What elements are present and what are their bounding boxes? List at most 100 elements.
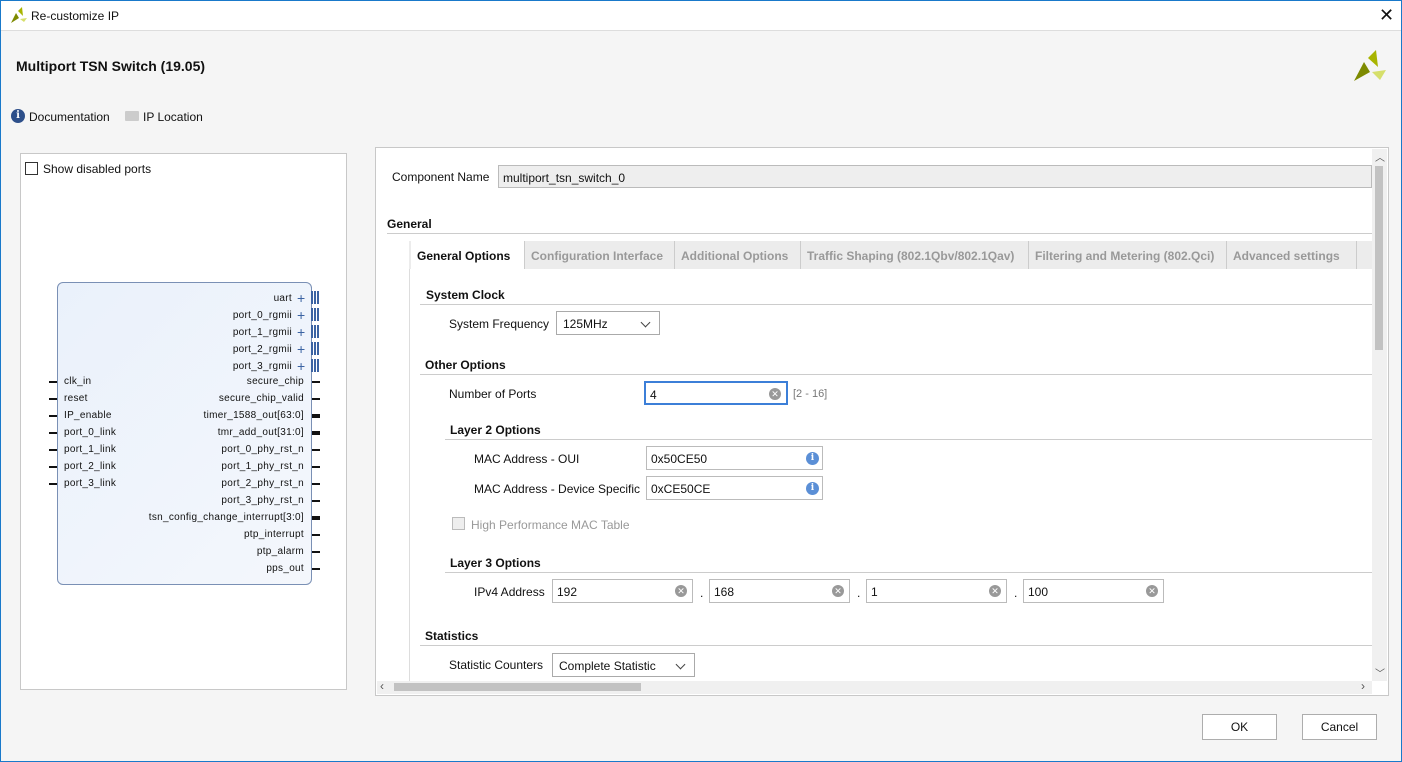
clear-icon[interactable]: ✕	[1146, 585, 1158, 597]
mac-oui-input[interactable]: 0x50CE50 i	[646, 446, 823, 470]
port-label: tsn_config_change_interrupt[3:0]	[148, 512, 304, 523]
port-pin	[49, 398, 57, 400]
mac-device-input[interactable]: 0xCE50CE i	[646, 476, 823, 500]
number-of-ports-value: 4	[650, 388, 657, 402]
scroll-left-icon[interactable]: ‹	[380, 679, 384, 693]
documentation-link[interactable]: Documentation	[29, 110, 110, 124]
number-of-ports-label: Number of Ports	[449, 387, 537, 401]
port-label: secure_chip	[246, 376, 304, 387]
port-pin	[312, 568, 320, 570]
port-pin	[312, 551, 320, 553]
system-frequency-value: 125MHz	[563, 317, 608, 331]
system-frequency-label: System Frequency	[449, 317, 550, 331]
window-title: Re-customize IP	[31, 9, 120, 23]
info-icon[interactable]: i	[806, 482, 819, 495]
port-label: pps_out	[266, 563, 304, 574]
port-label: port_2_rgmii	[232, 344, 292, 355]
clear-icon[interactable]: ✕	[832, 585, 844, 597]
port-label: tmr_add_out[31:0]	[217, 427, 304, 438]
info-icon[interactable]: i	[806, 452, 819, 465]
ipv4-octet-input[interactable]: 1 ✕	[866, 579, 1007, 603]
scroll-right-icon[interactable]: ›	[1361, 679, 1365, 693]
xilinx-logo-icon	[11, 7, 27, 23]
ip-location-link[interactable]: IP Location	[143, 110, 203, 124]
port-pin	[312, 500, 320, 502]
port-label: secure_chip_valid	[218, 393, 304, 404]
statistic-counters-dropdown[interactable]: Complete Statistic	[552, 653, 695, 677]
port-label: clk_in	[64, 376, 92, 387]
tab-additional-options[interactable]: Additional Options	[675, 241, 801, 269]
divider	[445, 439, 1372, 440]
scrollbar-thumb[interactable]	[1375, 166, 1383, 350]
cancel-button[interactable]: Cancel	[1302, 714, 1377, 740]
clear-icon[interactable]: ✕	[989, 585, 1001, 597]
port-label: port_3_link	[64, 478, 117, 489]
ipv4-octet-value: 192	[557, 585, 578, 599]
ok-button[interactable]: OK	[1202, 714, 1277, 740]
system-frequency-dropdown[interactable]: 125MHz	[556, 311, 660, 335]
port-pin	[312, 466, 320, 468]
statistic-counters-label: Statistic Counters	[449, 658, 544, 672]
port-label: port_1_link	[64, 444, 117, 455]
expand-icon[interactable]: +	[297, 308, 305, 322]
ipv4-dot: .	[1014, 586, 1018, 600]
tab-traffic-shaping-802-1qbv-802-1qav[interactable]: Traffic Shaping (802.1Qbv/802.1Qav)	[801, 241, 1029, 269]
expand-icon[interactable]: +	[297, 359, 305, 373]
port-label: timer_1588_out[63:0]	[203, 410, 304, 421]
divider	[420, 304, 1372, 305]
port-label: reset	[64, 393, 88, 404]
clear-icon[interactable]: ✕	[769, 388, 781, 400]
ipv4-octet-value: 168	[714, 585, 735, 599]
divider	[445, 572, 1372, 573]
layer2-heading: Layer 2 Options	[450, 423, 541, 437]
port-pin	[312, 483, 320, 485]
port-label: ptp_interrupt	[243, 529, 304, 540]
scroll-up-icon[interactable]: ︿	[1375, 149, 1385, 164]
tab-advanced-settings[interactable]: Advanced settings	[1227, 241, 1357, 269]
ipv4-octet-input[interactable]: 192 ✕	[552, 579, 693, 603]
tab-general-options[interactable]: General Options	[411, 241, 525, 269]
port-pin	[312, 414, 320, 418]
ipv4-dot: .	[857, 586, 861, 600]
clear-icon[interactable]: ✕	[675, 585, 687, 597]
horizontal-scrollbar[interactable]: ‹ ›	[377, 679, 1372, 694]
port-label: IP_enable	[64, 410, 112, 421]
close-icon[interactable]: ✕	[1379, 5, 1394, 26]
port-label: port_0_link	[64, 427, 117, 438]
divider	[420, 645, 1372, 646]
info-icon: i	[11, 109, 25, 123]
port-label: port_2_phy_rst_n	[221, 478, 304, 489]
scroll-down-icon[interactable]: ﹀	[1375, 665, 1385, 680]
ipv4-octet-input[interactable]: 168 ✕	[709, 579, 850, 603]
component-name-input[interactable]: multiport_tsn_switch_0	[498, 165, 1372, 188]
component-name-value: multiport_tsn_switch_0	[503, 171, 626, 185]
statistic-counters-value: Complete Statistic	[559, 659, 656, 673]
port-label: port_2_link	[64, 461, 117, 472]
divider	[420, 374, 1372, 375]
expand-icon[interactable]: +	[297, 325, 305, 339]
expand-icon[interactable]: +	[297, 291, 305, 305]
hp-mac-table-checkbox[interactable]	[452, 517, 465, 530]
port-pin	[312, 431, 320, 435]
number-of-ports-input[interactable]: 4 ✕	[644, 381, 788, 405]
scrollbar-thumb[interactable]	[394, 683, 641, 691]
port-label: port_1_phy_rst_n	[221, 461, 304, 472]
port-label: ptp_alarm	[256, 546, 304, 557]
port-pin	[312, 534, 320, 536]
tab-filtering-and-metering-802-qci[interactable]: Filtering and Metering (802.Qci)	[1029, 241, 1227, 269]
other-options-heading: Other Options	[425, 358, 506, 372]
ipv4-label: IPv4 Address	[474, 585, 545, 599]
show-disabled-ports-checkbox[interactable]	[25, 162, 38, 175]
ipv4-octet-value: 1	[871, 585, 878, 599]
port-pin	[49, 449, 57, 451]
title-bar: Re-customize IP ✕	[1, 1, 1401, 31]
tab-configuration-interface[interactable]: Configuration Interface	[525, 241, 675, 269]
expand-icon[interactable]: +	[297, 342, 305, 356]
vertical-scrollbar[interactable]: ︿ ﹀	[1372, 149, 1387, 681]
ipv4-octet-value: 100	[1028, 585, 1049, 599]
mac-device-label: MAC Address - Device Specific	[474, 482, 641, 496]
port-pin	[312, 398, 320, 400]
ipv4-dot: .	[700, 586, 704, 600]
ipv4-octet-input[interactable]: 100 ✕	[1023, 579, 1164, 603]
statistics-heading: Statistics	[425, 629, 479, 643]
